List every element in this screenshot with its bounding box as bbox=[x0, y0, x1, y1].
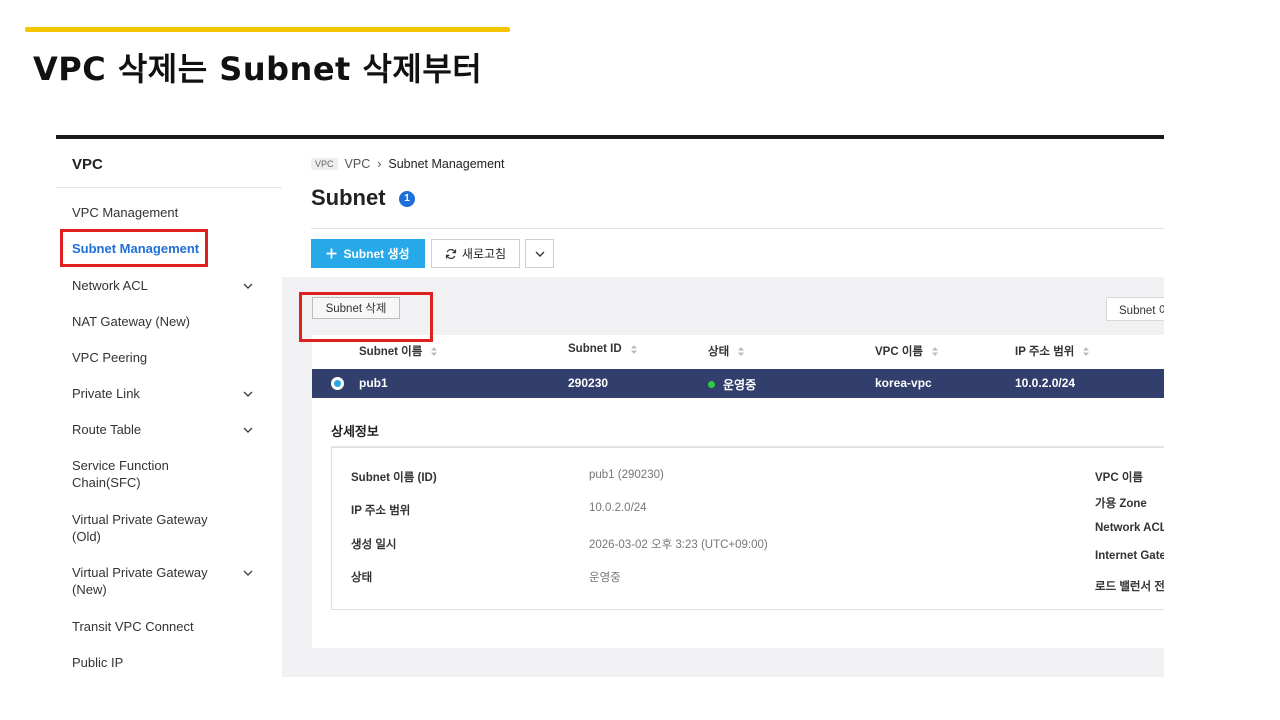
sort-icon bbox=[630, 344, 637, 354]
column-header-label: Subnet ID bbox=[568, 343, 622, 355]
sidebar-divider bbox=[56, 187, 282, 188]
cell-status-text: 운영중 bbox=[723, 378, 757, 392]
detail-value: pub1 (290230) bbox=[589, 469, 664, 481]
slide-title: VPC 삭제는 Subnet 삭제부터 bbox=[33, 50, 483, 88]
column-header-label: 상태 bbox=[708, 346, 730, 358]
table-row[interactable]: pub1 290230 운영중 korea-vpc 10.0.2.0/24 bbox=[312, 369, 1164, 398]
column-header-label: VPC 이름 bbox=[875, 346, 924, 358]
sidebar-item-vpc-management[interactable]: VPC Management bbox=[72, 204, 252, 221]
column-header-label: Subnet 이름 bbox=[359, 346, 423, 358]
sidebar-item-network-acl[interactable]: Network ACL bbox=[72, 277, 252, 294]
sort-icon bbox=[431, 346, 438, 356]
title-divider bbox=[311, 228, 1164, 229]
detail-label: 생성 일시 bbox=[351, 539, 397, 551]
highlight-box-subnet-management bbox=[60, 229, 208, 267]
detail-value: 10.0.2.0/24 bbox=[589, 502, 647, 514]
breadcrumb-current: Subnet Management bbox=[388, 157, 505, 171]
breadcrumb-parent[interactable]: VPC bbox=[345, 157, 371, 171]
main-content: VPC VPC › Subnet Management Subnet 1 Sub… bbox=[282, 139, 1164, 677]
sidebar-item-private-link[interactable]: Private Link bbox=[72, 385, 252, 402]
search-input[interactable]: Subnet 이 bbox=[1106, 297, 1164, 321]
chevron-down-icon[interactable] bbox=[242, 424, 254, 436]
page-title: Subnet bbox=[311, 185, 386, 210]
chevron-down-icon[interactable] bbox=[242, 567, 254, 579]
detail-label: Internet Gatew bbox=[1095, 550, 1164, 562]
accent-bar bbox=[25, 27, 510, 32]
detail-label: 로드 밸런서 전용 bbox=[1095, 581, 1164, 593]
more-options-button[interactable] bbox=[525, 239, 554, 268]
detail-value: 2026-03-02 오후 3:23 (UTC+09:00) bbox=[589, 539, 768, 551]
breadcrumb-tag: VPC bbox=[311, 158, 338, 170]
sort-icon bbox=[1083, 346, 1090, 356]
sort-icon bbox=[738, 346, 745, 356]
cell-vpc-name: korea-vpc bbox=[875, 376, 932, 390]
sidebar-item-sfc[interactable]: Service Function Chain(SFC) bbox=[72, 457, 202, 491]
column-header-subnet-id[interactable]: Subnet ID bbox=[568, 343, 638, 355]
sidebar-item-vpc-peering[interactable]: VPC Peering bbox=[72, 349, 252, 366]
detail-label: 상태 bbox=[351, 572, 373, 584]
column-header-status[interactable]: 상태 bbox=[708, 343, 745, 359]
column-header-vpc-name[interactable]: VPC 이름 bbox=[875, 343, 939, 359]
column-header-ip-range[interactable]: IP 주소 범위 bbox=[1015, 343, 1090, 359]
status-dot-icon bbox=[708, 381, 715, 388]
subnet-table: Subnet 이름 Subnet ID 상태 VPC 이름 IP 주소 범위 p… bbox=[312, 335, 1164, 648]
chevron-down-icon[interactable] bbox=[242, 388, 254, 400]
sidebar-item-transit-vpc-connect[interactable]: Transit VPC Connect bbox=[72, 618, 252, 635]
cell-ip-range: 10.0.2.0/24 bbox=[1015, 376, 1076, 390]
refresh-label: 새로고침 bbox=[461, 247, 507, 261]
detail-label: Network ACL bbox=[1095, 522, 1164, 534]
refresh-button[interactable]: 새로고침 bbox=[431, 239, 520, 268]
sidebar-item-route-table[interactable]: Route Table bbox=[72, 421, 252, 438]
highlight-box-delete-button bbox=[299, 292, 433, 342]
detail-value: 운영중 bbox=[589, 572, 621, 584]
chevron-down-icon bbox=[535, 251, 544, 257]
sidebar-item-public-ip[interactable]: Public IP bbox=[72, 654, 252, 671]
create-subnet-label: Subnet 생성 bbox=[343, 247, 410, 261]
details-panel: Subnet 이름 (ID) pub1 (290230) IP 주소 범위 10… bbox=[331, 447, 1164, 610]
create-subnet-button[interactable]: Subnet 생성 bbox=[311, 239, 425, 268]
refresh-icon bbox=[445, 248, 457, 259]
sidebar: VPC VPC Management Subnet Management Net… bbox=[56, 139, 282, 677]
plus-icon bbox=[326, 248, 337, 259]
cell-status: 운영중 bbox=[708, 376, 756, 393]
column-header-subnet-name[interactable]: Subnet 이름 bbox=[359, 343, 438, 359]
console-screenshot: VPC VPC Management Subnet Management Net… bbox=[56, 135, 1164, 677]
column-header-label: IP 주소 범위 bbox=[1015, 346, 1075, 358]
chevron-down-icon[interactable] bbox=[242, 280, 254, 292]
sidebar-header: VPC bbox=[72, 156, 103, 173]
details-title: 상세정보 bbox=[331, 424, 379, 439]
chevron-right-icon: › bbox=[377, 157, 382, 171]
sidebar-item-nat-gateway[interactable]: NAT Gateway (New) bbox=[72, 313, 252, 330]
cell-subnet-name: pub1 bbox=[359, 376, 388, 390]
detail-label: Subnet 이름 (ID) bbox=[351, 472, 437, 484]
row-radio-button[interactable] bbox=[331, 377, 344, 390]
sidebar-item-vpg-old[interactable]: Virtual Private Gateway (Old) bbox=[72, 511, 222, 545]
detail-label: IP 주소 범위 bbox=[351, 505, 411, 517]
breadcrumb: VPC VPC › Subnet Management bbox=[311, 157, 504, 171]
detail-label: VPC 이름 bbox=[1095, 472, 1144, 484]
detail-label: 가용 Zone bbox=[1095, 498, 1147, 510]
cell-subnet-id: 290230 bbox=[568, 376, 609, 390]
info-icon[interactable]: 1 bbox=[399, 191, 415, 207]
sidebar-item-vpg-new[interactable]: Virtual Private Gateway (New) bbox=[72, 564, 222, 598]
sort-icon bbox=[932, 346, 939, 356]
